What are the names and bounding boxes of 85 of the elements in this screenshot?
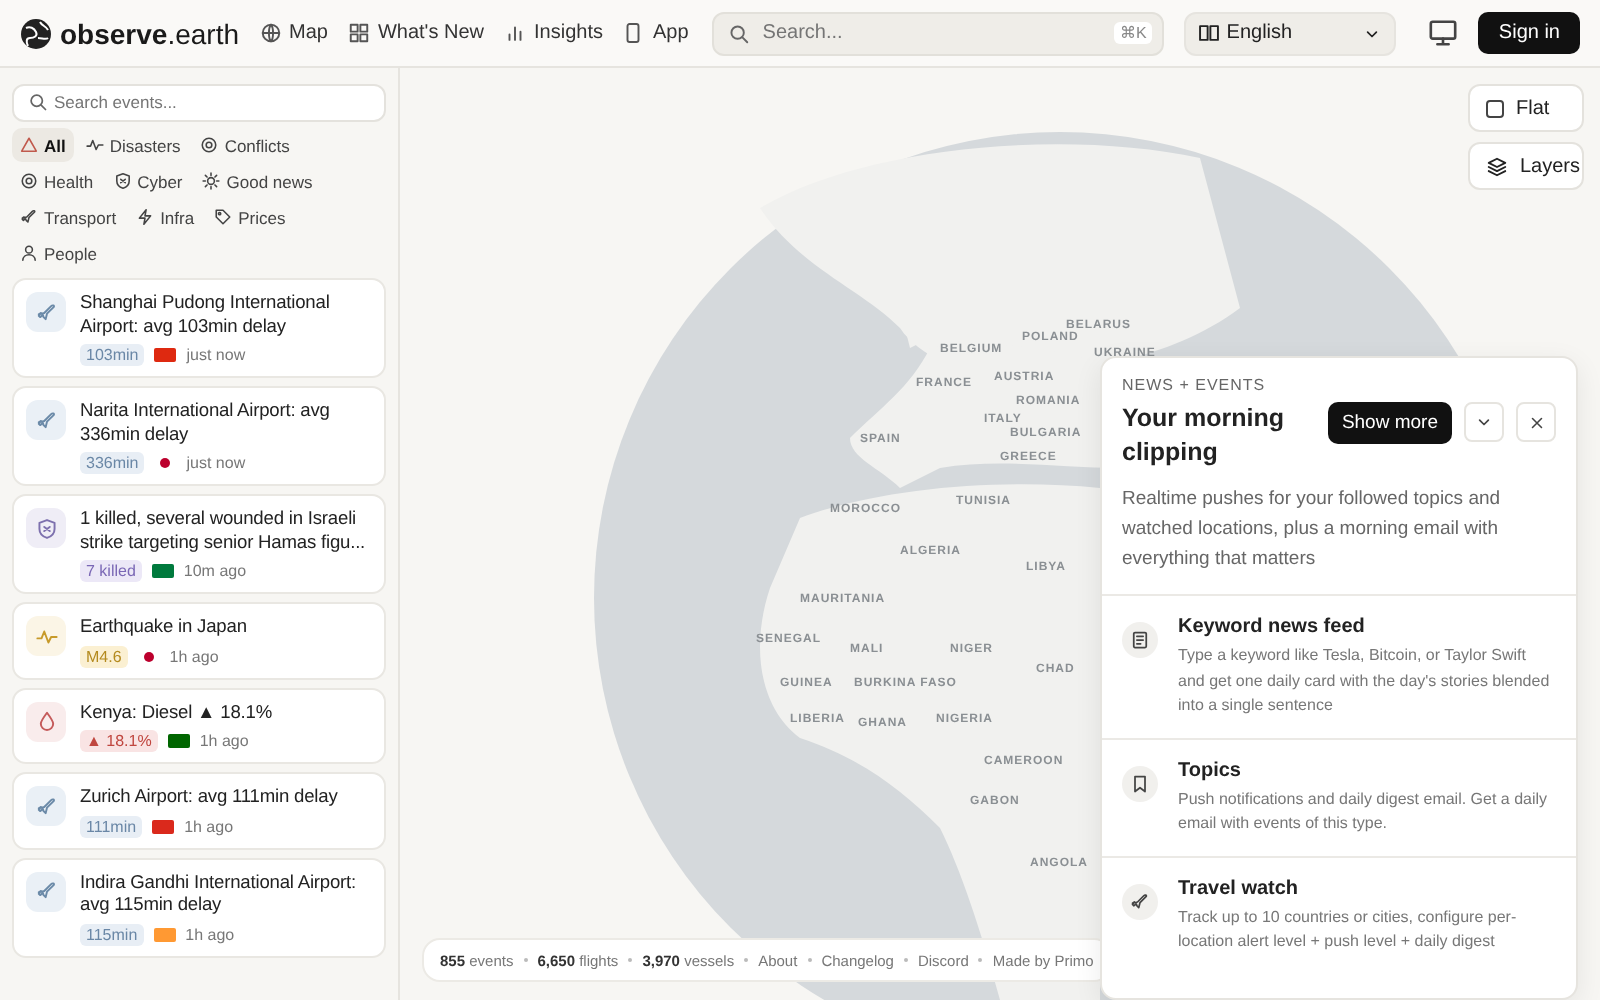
nav-link[interactable]: Map: [251, 16, 336, 50]
close-icon: [1527, 413, 1545, 431]
grid-icon: [347, 22, 370, 44]
filter-chip[interactable]: Disasters: [77, 128, 189, 162]
pulse-icon: [85, 136, 104, 154]
event-title: 1 killed, several wounded in Israeli strike targeting senior Hamas figu...: [80, 508, 368, 554]
event-time: 1h ago: [169, 647, 219, 665]
event-title: Narita International Airport: avg 336min delay: [80, 400, 332, 446]
event-badge: 111min: [80, 815, 143, 837]
feature-title: Topics: [1178, 759, 1243, 781]
monitor-icon: [1428, 18, 1459, 48]
phone-icon: [622, 22, 645, 44]
filter-chip[interactable]: Health: [12, 164, 102, 198]
sign-in-button[interactable]: Sign in: [1478, 12, 1580, 54]
event-card[interactable]: Earthquake in Japan M4.6 1h ago: [12, 602, 386, 679]
event-time: 1h ago: [185, 925, 235, 943]
event-badge: M4.6: [80, 645, 128, 667]
target-icon: [200, 136, 219, 154]
event-title: Shanghai Pudong International Airport: avg 103min delay: [80, 292, 332, 338]
nav-link[interactable]: What's New: [339, 16, 493, 50]
filter-chip[interactable]: People: [12, 236, 105, 270]
event-title: Earthquake in Japan: [80, 616, 247, 639]
filter-chip[interactable]: Infra: [128, 200, 203, 234]
bookmark-icon: [1130, 773, 1150, 793]
book-icon: [1198, 22, 1221, 44]
filter-chip[interactable]: Prices: [206, 200, 294, 234]
drop-icon: [35, 710, 57, 732]
filter-chip[interactable]: Conflicts: [192, 128, 298, 162]
event-card[interactable]: Narita International Airport: avg 336min delay 336min just now: [12, 386, 386, 486]
popup-title: Your morning clipping: [1122, 402, 1287, 470]
nav-link[interactable]: App: [614, 16, 697, 50]
event-badge: 7 killed: [80, 560, 142, 582]
filter-chip[interactable]: Transport: [12, 200, 125, 234]
filter-chip[interactable]: All: [12, 128, 74, 162]
event-badge: 103min: [80, 344, 145, 366]
event-title: Indira Gandhi International Airport: avg 115min delay: [80, 871, 359, 917]
event-card[interactable]: Shanghai Pudong International Airport: avg 103min delay 103min just now: [12, 278, 386, 378]
shield-icon: [35, 517, 57, 539]
close-button[interactable]: [1516, 402, 1556, 442]
feature-description: Track up to 10 countries or cities, configure per-location alert level + push level + daily digest: [1178, 905, 1519, 954]
nav-link[interactable]: Insights: [496, 16, 611, 50]
filter-chip[interactable]: Cyber: [105, 164, 191, 198]
search-icon: [728, 22, 751, 44]
feature-title: Keyword news feed: [1178, 616, 1367, 638]
feature-description: Type a keyword like Tesla, Bitcoin, or Taylor Swift and get one daily card with the day's stories blended into a single sentence: [1178, 644, 1552, 718]
checkbox[interactable]: [1486, 99, 1504, 117]
shield-icon: [113, 172, 132, 190]
layers-button[interactable]: Layers: [1468, 142, 1584, 190]
pulse-icon: [35, 625, 57, 647]
event-badge: 115min: [80, 923, 144, 945]
sun-icon: [202, 172, 221, 190]
flat-toggle[interactable]: Flat: [1468, 84, 1584, 132]
tag-icon: [214, 208, 233, 226]
person-icon: [20, 244, 38, 262]
event-title: Zurich Airport: avg 111min delay: [80, 786, 338, 809]
event-title: Kenya: Diesel ▲ 18.1%: [80, 701, 272, 724]
language-select[interactable]: English: [1184, 11, 1397, 55]
newspaper-icon: [1130, 630, 1150, 650]
event-time: 1h ago: [184, 817, 234, 835]
globe-logo-icon: [20, 17, 52, 49]
event-card[interactable]: 1 killed, several wounded in Israeli strike targeting senior Hamas figu... 7 killed 10m ago: [12, 494, 386, 594]
target-icon: [20, 172, 38, 190]
show-more-button[interactable]: Show more: [1327, 402, 1452, 444]
globe-icon: [259, 22, 282, 44]
event-card[interactable]: Kenya: Diesel ▲ 18.1% ▲ 18.1% 1h ago: [12, 687, 386, 764]
event-card[interactable]: Zurich Airport: avg 111min delay 111min 1h ago: [12, 772, 386, 849]
event-time: just now: [186, 346, 246, 364]
popup-eyebrow: NEWS + EVENTS: [1122, 376, 1268, 394]
feature-description: Push notifications and daily digest email. Get a daily email with events of this type.: [1178, 787, 1550, 836]
filter-chip[interactable]: Good news: [194, 164, 321, 198]
event-badge: 336min: [80, 452, 145, 474]
event-badge: ▲ 18.1%: [80, 730, 158, 752]
event-time: 10m ago: [183, 562, 247, 580]
site-logo-text[interactable]: observe.earth: [60, 17, 240, 49]
event-time: 1h ago: [199, 732, 249, 750]
search-field[interactable]: Search events...: [12, 83, 386, 121]
layers-icon: [1486, 155, 1508, 177]
search-icon: [28, 91, 48, 111]
feature-title: Travel watch: [1178, 877, 1301, 899]
warning-icon: [20, 136, 38, 154]
popup-description: Realtime pushes for your followed topics and watched locations, plus a morning email with everything that matters: [1122, 486, 1503, 574]
event-card[interactable]: Indira Gandhi International Airport: avg 115min delay 115min 1h ago: [12, 857, 386, 957]
bolt-icon: [136, 208, 155, 226]
event-time: just now: [186, 454, 246, 472]
bar-chart-icon: [504, 22, 527, 44]
